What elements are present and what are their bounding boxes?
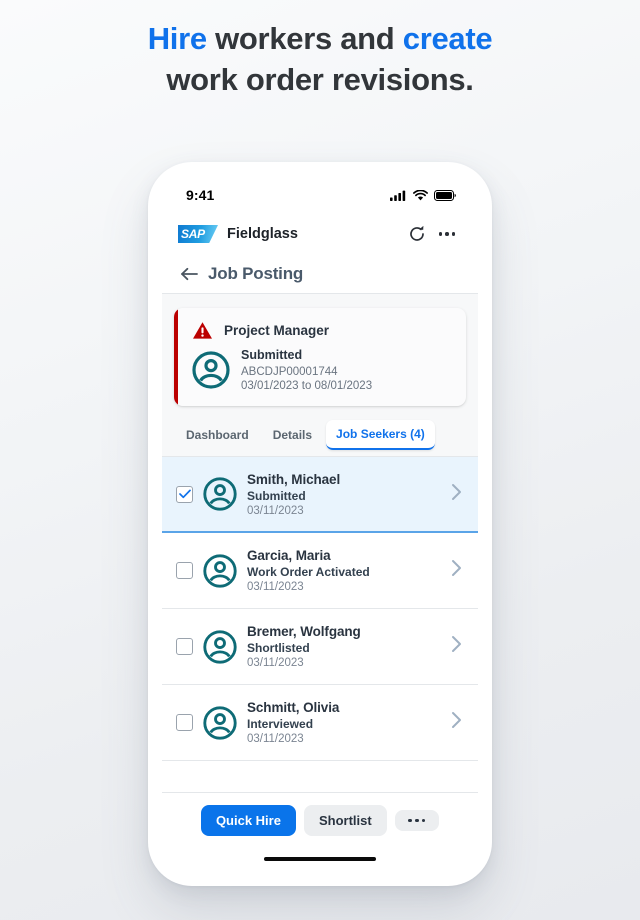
header-overflow-button[interactable]: [434, 221, 460, 247]
job-card-header: Project Manager: [192, 321, 452, 340]
app-header: SAP Fieldglass: [162, 214, 478, 254]
job-card-id: ABCDJP00001744: [241, 366, 338, 378]
seeker-status: Shortlisted: [247, 641, 310, 655]
row-checkbox-schmitt[interactable]: [176, 714, 193, 731]
row-chevron-button[interactable]: [451, 483, 466, 506]
seeker-name: Garcia, Maria: [247, 548, 331, 563]
warning-triangle-icon: [193, 322, 212, 339]
phone-screen: 9:41 SAP Fieldglass Job Posting Project …: [162, 176, 478, 872]
row-details: Schmitt, Olivia Interviewed 03/11/2023: [247, 700, 441, 745]
headline-word-create: create: [402, 21, 493, 56]
sap-logo-text: SAP: [181, 227, 205, 241]
person-avatar-icon: [203, 477, 237, 511]
seeker-name: Smith, Michael: [247, 471, 341, 487]
phone-mockup-frame: 9:41 SAP Fieldglass Job Posting Project …: [148, 162, 492, 886]
seeker-status: Interviewed: [247, 717, 314, 731]
table-row[interactable]: Smith, Michael Submitted 03/11/2023: [162, 457, 478, 533]
seeker-date: 03/11/2023: [247, 504, 304, 517]
row-chevron-button[interactable]: [451, 559, 466, 582]
home-indicator-area: [162, 846, 478, 872]
row-chevron-button[interactable]: [451, 635, 466, 658]
seeker-name: Schmitt, Olivia: [247, 700, 340, 715]
row-details: Bremer, Wolfgang Shortlisted 03/11/2023: [247, 624, 441, 669]
quick-hire-button[interactable]: Quick Hire: [200, 805, 296, 836]
tab-job-seekers[interactable]: Job Seekers (4): [326, 420, 435, 450]
person-avatar-icon: [203, 629, 237, 664]
job-card-container: Project Manager Submitted ABCDJP00001744…: [162, 294, 478, 416]
promo-headline: Hire workers and create work order revis…: [0, 18, 640, 100]
checkbox-checked-icon: [178, 489, 191, 499]
row-details: Garcia, Maria Work Order Activated 03/11…: [247, 548, 441, 593]
job-card-body: Submitted ABCDJP00001744 03/01/2023 to 0…: [192, 348, 452, 392]
table-row[interactable]: Bremer, Wolfgang Shortlisted 03/11/2023: [162, 609, 478, 685]
shortlist-button[interactable]: Shortlist: [303, 805, 387, 836]
status-bar: 9:41: [162, 176, 478, 214]
status-bar-time: 9:41: [186, 187, 215, 203]
job-card-details: Submitted ABCDJP00001744 03/01/2023 to 0…: [241, 348, 372, 392]
headline-line-1: Hire workers and create: [0, 18, 640, 59]
sap-logo: SAP: [178, 225, 218, 243]
person-avatar-icon: [203, 705, 237, 740]
app-name-label: Fieldglass: [227, 226, 298, 242]
back-arrow-icon: [181, 267, 198, 280]
tab-bar: Dashboard Details Job Seekers (4): [162, 416, 478, 457]
page-title: Job Posting: [208, 263, 304, 283]
chevron-right-icon: [452, 636, 461, 652]
person-avatar-icon: [192, 351, 230, 389]
row-checkbox-smith[interactable]: [176, 485, 193, 503]
tab-details[interactable]: Details: [263, 421, 322, 449]
job-posting-card[interactable]: Project Manager Submitted ABCDJP00001744…: [174, 308, 466, 406]
person-avatar-icon: [203, 553, 237, 588]
cellular-signal-icon: [390, 190, 406, 201]
tab-dashboard[interactable]: Dashboard: [176, 421, 259, 449]
table-row[interactable]: Garcia, Maria Work Order Activated 03/11…: [162, 533, 478, 609]
seeker-date: 03/11/2023: [247, 733, 304, 745]
table-row[interactable]: Schmitt, Olivia Interviewed 03/11/2023: [162, 685, 478, 761]
wifi-icon: [413, 189, 428, 200]
chevron-right-icon: [452, 560, 461, 576]
row-checkbox-bremer[interactable]: [176, 638, 193, 655]
chevron-right-icon: [452, 483, 461, 500]
seeker-date: 03/11/2023: [247, 581, 304, 593]
more-actions-icon: [407, 818, 427, 823]
refresh-button[interactable]: [404, 221, 430, 247]
more-options-icon: [438, 232, 456, 236]
back-button[interactable]: [178, 263, 200, 285]
bottom-action-bar: Quick Hire Shortlist: [162, 792, 478, 846]
battery-icon: [434, 189, 456, 201]
headline-line-2: work order revisions.: [166, 62, 474, 98]
headline-mid-text: workers and: [206, 21, 403, 56]
job-card-title: Project Manager: [224, 323, 330, 338]
seeker-date: 03/11/2023: [247, 657, 304, 669]
refresh-icon: [410, 225, 424, 241]
home-indicator-bar: [264, 856, 376, 862]
job-card-dates: 03/01/2023 to 08/01/2023: [241, 380, 373, 392]
seeker-status: Submitted: [247, 488, 306, 503]
status-bar-icons: [390, 189, 456, 201]
headline-word-hire: Hire: [147, 21, 207, 56]
seeker-name: Bremer, Wolfgang: [247, 624, 361, 639]
row-checkbox-garcia[interactable]: [176, 562, 193, 579]
row-chevron-button[interactable]: [451, 711, 466, 734]
more-actions-button[interactable]: [394, 809, 440, 832]
job-card-status: Submitted: [241, 348, 303, 362]
job-seeker-list: Smith, Michael Submitted 03/11/2023 Garc…: [162, 457, 478, 792]
chevron-right-icon: [452, 712, 461, 728]
row-details: Smith, Michael Submitted 03/11/2023: [247, 472, 441, 517]
seeker-status: Work Order Activated: [247, 565, 370, 579]
page-title-bar: Job Posting: [162, 254, 478, 294]
